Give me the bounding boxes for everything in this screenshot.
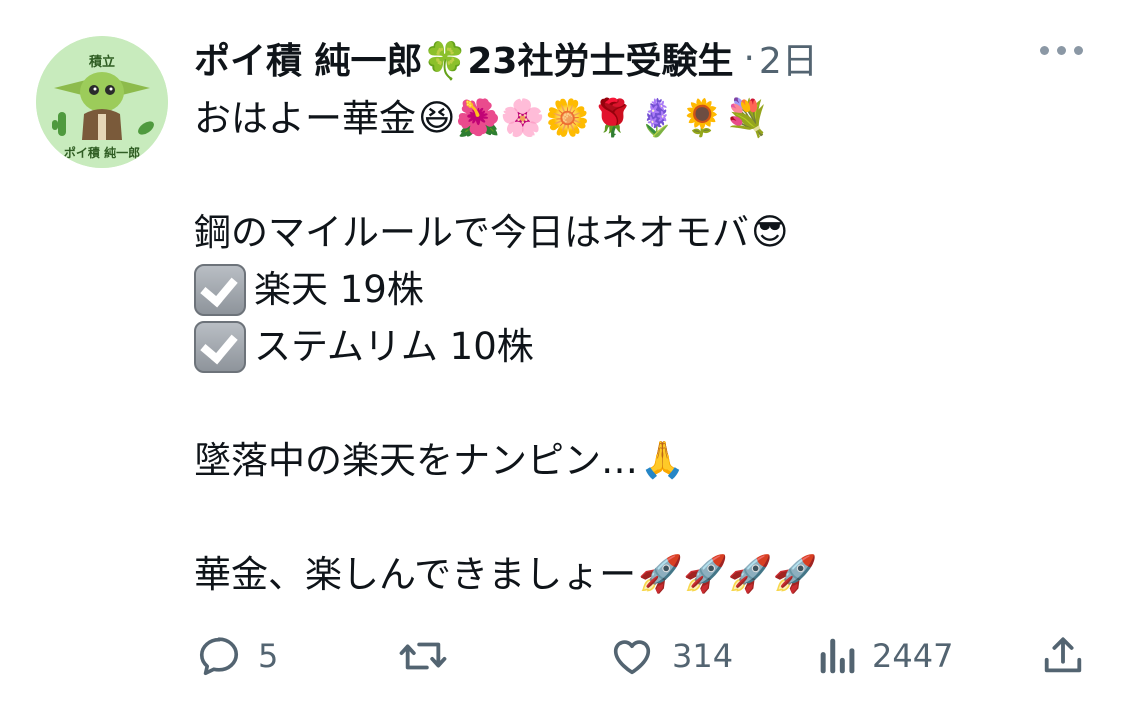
repost-icon [399, 642, 447, 670]
reply-icon [199, 637, 239, 676]
more-dot [1040, 46, 1049, 55]
views-button[interactable]: 2447 [816, 628, 953, 684]
avatar-top-text: 積立 [88, 54, 115, 70]
more-icon[interactable] [1040, 46, 1083, 55]
emoji-group: 🙏 [640, 440, 685, 481]
post-text: ステムリム 10株 [254, 325, 534, 368]
more-dot [1074, 46, 1083, 55]
post-text: おはよー華金 [194, 97, 416, 140]
view-count: 2447 [872, 637, 954, 675]
repost-button[interactable] [398, 628, 464, 684]
yoda-avatar-image: 積立 ポイ積 純一郎 [36, 36, 168, 168]
post-line: 墜落中の楽天をナンピン… 🙏 [194, 432, 1094, 489]
checkmark-box-icon [194, 320, 246, 373]
share-icon [1044, 637, 1082, 673]
reply-button[interactable]: 5 [196, 628, 278, 684]
separator-dot: · [743, 37, 755, 79]
post-line: 楽天 19株 [194, 261, 1094, 318]
emoji-group: 😆🌺🌸🌼🌹🪻🌻💐 [418, 98, 770, 139]
display-name[interactable]: ポイ積 純一郎🍀23社労士受験生 [194, 32, 733, 84]
checkmark-box-icon [194, 263, 246, 316]
views-icon [820, 638, 855, 674]
share-button[interactable] [1040, 628, 1086, 684]
post-line: 華金、楽しんできましょー 🚀🚀🚀🚀 [194, 546, 1094, 603]
more-dot [1057, 46, 1066, 55]
post-line: おはよー華金 😆🌺🌸🌼🌹🪻🌻💐 [194, 90, 1094, 147]
emoji-group: 😎 [751, 212, 789, 253]
post-line: 鋼のマイルールで今日はネオモバ 😎 [194, 204, 1094, 261]
post-text: 楽天 19株 [254, 268, 424, 311]
post-timestamp[interactable]: 2日 [759, 32, 818, 84]
heart-icon [613, 640, 651, 675]
post-text: 華金、楽しんできましょー [194, 553, 637, 596]
post-text: 墜落中の楽天をナンピン… [194, 439, 638, 482]
like-count: 314 [672, 637, 734, 675]
action-bar: 5 314 2447 [194, 628, 1094, 684]
like-button[interactable]: 314 [608, 628, 733, 684]
avatar-bottom-text: ポイ積 純一郎 [64, 145, 140, 160]
post-line: ステムリム 10株 [194, 318, 1094, 375]
post-header: ポイ積 純一郎🍀23社労士受験生 · 2日 [194, 30, 818, 86]
avatar[interactable]: 積立 ポイ積 純一郎 [36, 36, 168, 168]
post-body: おはよー華金 😆🌺🌸🌼🌹🪻🌻💐 鋼のマイルールで今日はネオモバ 😎 楽天 19株… [194, 90, 1094, 603]
post-text: 鋼のマイルールで今日はネオモバ [194, 211, 749, 254]
reply-count: 5 [258, 637, 279, 675]
emoji-group: 🚀🚀🚀🚀 [638, 554, 818, 595]
